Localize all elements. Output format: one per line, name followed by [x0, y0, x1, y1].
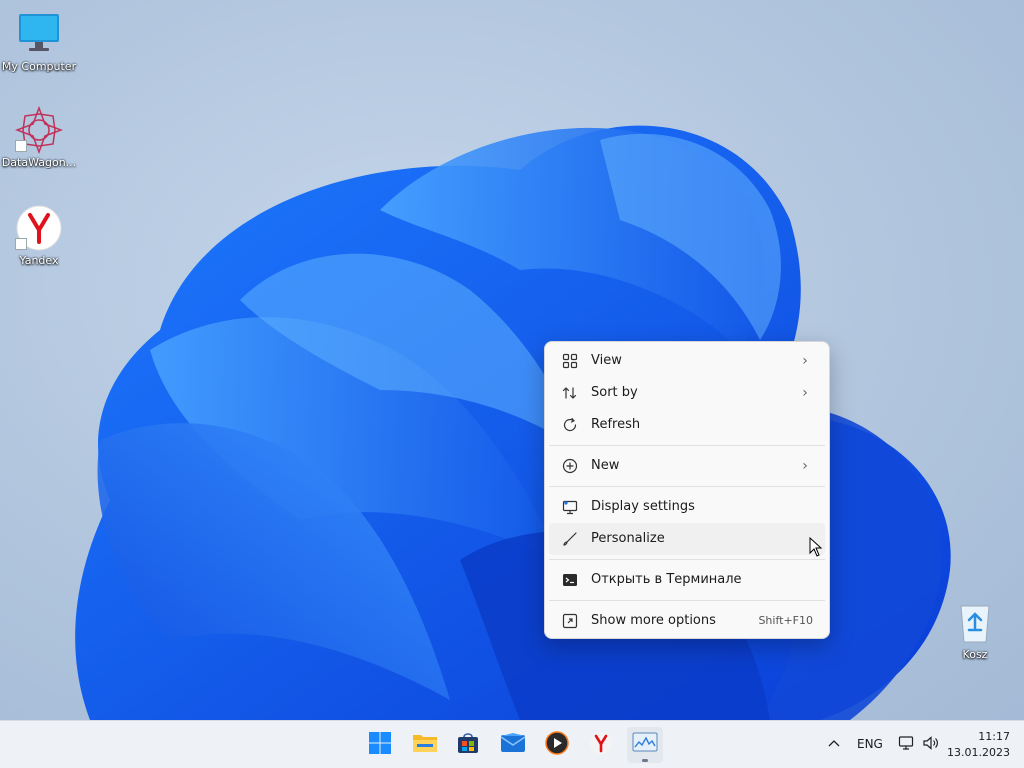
taskbar-microsoft-store[interactable]: [450, 727, 486, 763]
clock-date: 13.01.2023: [947, 746, 1010, 759]
shortcut-arrow-icon: [15, 238, 27, 250]
menu-separator: [549, 559, 825, 560]
start-button[interactable]: [362, 727, 398, 763]
wallpaper-bloom: [75, 125, 951, 720]
desktop-icon-datawagon[interactable]: DataWagon...: [1, 105, 77, 169]
taskbar-media-player[interactable]: [539, 727, 575, 763]
folder-icon: [412, 731, 438, 759]
media-player-icon: [545, 731, 569, 759]
menu-separator: [549, 600, 825, 601]
menu-item-label: Personalize: [591, 531, 665, 546]
chevron-right-icon: ›: [802, 353, 808, 369]
desktop-icon-label: Yandex: [19, 254, 59, 267]
brush-icon: [561, 530, 579, 548]
menu-item-label: View: [591, 353, 622, 368]
menu-separator: [549, 486, 825, 487]
mail-icon: [500, 732, 526, 758]
desktop-context-menu: View › Sort by › Refresh New › Display s…: [544, 341, 830, 639]
menu-separator: [549, 445, 825, 446]
store-icon: [456, 731, 480, 759]
active-indicator: [642, 759, 648, 762]
task-manager-icon: [632, 732, 658, 758]
plus-circle-icon: [561, 457, 579, 475]
volume-button[interactable]: [922, 734, 940, 756]
desktop-icon-label: Kosz: [962, 648, 988, 661]
taskbar-file-explorer[interactable]: [407, 727, 443, 763]
desktop-icon-label: My Computer: [1, 60, 77, 73]
desktop-icon-recycle-bin[interactable]: Kosz: [937, 598, 1013, 661]
clock-time: 11:17: [978, 730, 1010, 743]
mouse-cursor-icon: [809, 537, 823, 557]
taskbar-yandex[interactable]: [583, 727, 619, 763]
show-hidden-icons-button[interactable]: [826, 735, 842, 755]
network-icon: [898, 736, 916, 756]
volume-icon: [922, 736, 940, 756]
menu-item-label: Display settings: [591, 499, 695, 514]
terminal-icon: [561, 571, 579, 589]
sort-icon: [561, 384, 579, 402]
display-icon: [561, 498, 579, 516]
grid-icon: [561, 352, 579, 370]
desktop-icon-label: DataWagon...: [1, 156, 77, 169]
chevron-right-icon: ›: [802, 458, 808, 474]
menu-item-show-more-options[interactable]: Show more options Shift+F10: [549, 605, 825, 637]
menu-item-display-settings[interactable]: Display settings: [549, 491, 825, 523]
monitor-icon: [15, 10, 63, 58]
windows-start-icon: [368, 731, 392, 759]
taskbar-task-manager[interactable]: [627, 727, 663, 763]
menu-item-label: Открыть в Терминале: [591, 572, 742, 587]
chevron-up-icon: [826, 736, 842, 755]
yandex-icon: [15, 204, 63, 252]
clock[interactable]: 11:17 13.01.2023: [947, 729, 1010, 761]
recycle-bin-icon: [951, 598, 999, 646]
network-button[interactable]: [898, 734, 916, 756]
shortcut-arrow-icon: [15, 140, 27, 152]
menu-item-new[interactable]: New ›: [549, 450, 825, 482]
taskbar: ENG 11:17 13.01.2023: [0, 720, 1024, 768]
menu-item-label: New: [591, 458, 620, 473]
more-options-icon: [561, 612, 579, 630]
menu-item-view[interactable]: View ›: [549, 345, 825, 377]
desktop[interactable]: My Computer DataWagon... Yandex Kosz Vie…: [0, 0, 1024, 720]
keyboard-shortcut: Shift+F10: [758, 614, 813, 627]
language-indicator[interactable]: ENG: [857, 737, 883, 751]
taskbar-mail[interactable]: [495, 727, 531, 763]
yandex-icon: [589, 731, 613, 759]
menu-item-open-in-terminal[interactable]: Открыть в Терминале: [549, 564, 825, 596]
refresh-icon: [561, 416, 579, 434]
menu-item-label: Sort by: [591, 385, 638, 400]
chevron-right-icon: ›: [802, 385, 808, 401]
desktop-icon-my-computer[interactable]: My Computer: [1, 10, 77, 73]
menu-item-sort-by[interactable]: Sort by ›: [549, 377, 825, 409]
menu-item-label: Show more options: [591, 613, 716, 628]
menu-item-refresh[interactable]: Refresh: [549, 409, 825, 441]
desktop-icon-yandex[interactable]: Yandex: [1, 204, 77, 267]
menu-item-personalize[interactable]: Personalize: [549, 523, 825, 555]
datawagon-icon: [14, 105, 64, 155]
menu-item-label: Refresh: [591, 417, 641, 432]
